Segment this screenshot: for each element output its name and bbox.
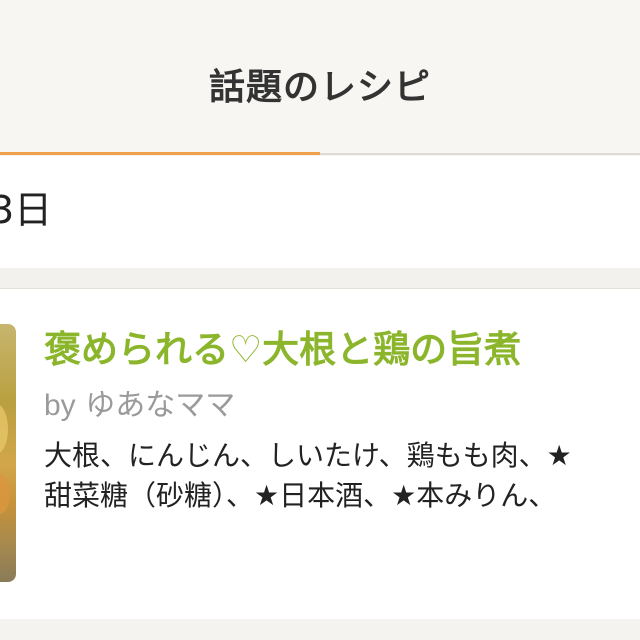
recipe-thumbnail[interactable]	[0, 324, 16, 582]
recipe-ingredients: 大根、にんじん、しいたけ、鶏もも肉、★ 甜菜糖（砂糖）、★日本酒、★本みりん、	[44, 436, 640, 516]
page-title: 話題のレシピ	[208, 67, 431, 108]
thumbnail-food-shadow	[0, 474, 10, 514]
page-bottom-area	[0, 619, 640, 640]
date-section	[0, 156, 640, 268]
thumbnail-food-highlight	[0, 404, 8, 454]
recipe-title-link[interactable]: 褒められる♡大根と鶏の旨煮	[44, 324, 521, 376]
active-tab-indicator	[0, 152, 320, 155]
author-name: ゆあなママ	[85, 388, 236, 423]
ingredients-line-2: 甜菜糖（砂糖）、★日本酒、★本みりん、	[44, 479, 557, 512]
section-gap	[0, 268, 640, 288]
recipe-author[interactable]: by ゆあなママ	[44, 385, 235, 427]
ingredients-line-1: 大根、にんじん、しいたけ、鶏もも肉、★	[44, 439, 572, 472]
date-label: 3日	[0, 188, 53, 232]
author-prefix: by	[44, 389, 76, 422]
